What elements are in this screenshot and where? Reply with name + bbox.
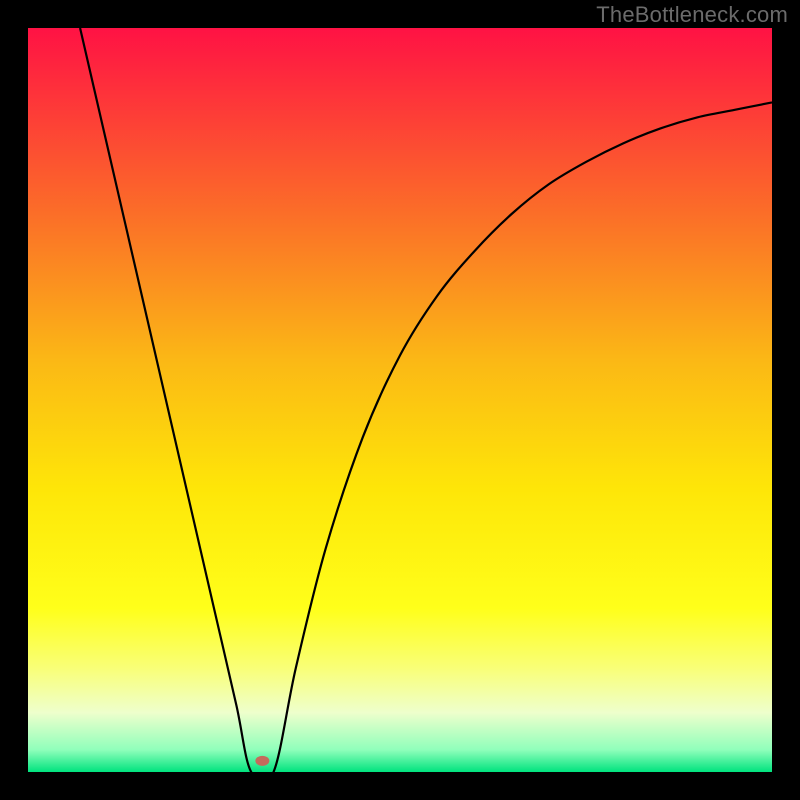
plot-area: [28, 28, 772, 772]
notch-marker: [255, 756, 269, 766]
gradient-background: [28, 28, 772, 772]
plot-svg: [28, 28, 772, 772]
chart-frame: TheBottleneck.com: [0, 0, 800, 800]
watermark-text: TheBottleneck.com: [596, 2, 788, 28]
